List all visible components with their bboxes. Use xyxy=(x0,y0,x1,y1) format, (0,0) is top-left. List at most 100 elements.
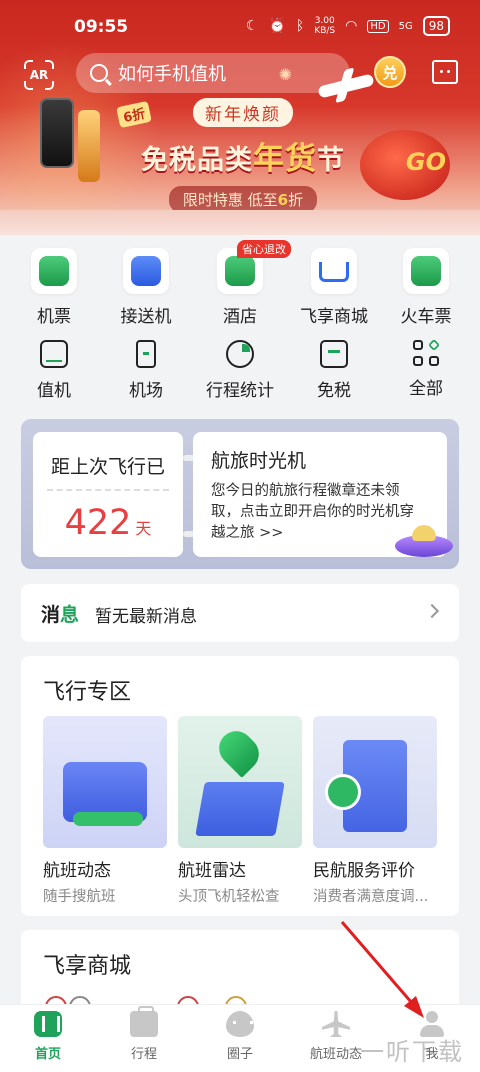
quick-access-grid: 机票 接送机 省心退改 酒店 飞享商城 火车票 值机 机场 行程统计 免税 全部 xyxy=(0,236,480,416)
grid-item-all[interactable]: 全部 xyxy=(386,338,466,399)
pie-chart-icon xyxy=(226,340,254,368)
alarm-icon: ⏰ xyxy=(268,18,286,34)
go-text: GO xyxy=(405,148,446,176)
news-label: 消息 xyxy=(41,600,79,627)
dashed-divider xyxy=(47,489,169,491)
grid-item-mall[interactable]: 飞享商城 xyxy=(294,248,374,327)
grid-item-checkin[interactable]: 值机 xyxy=(14,340,94,401)
nav-home[interactable]: 首页 xyxy=(8,1011,88,1062)
days-since-flight: 422 天 xyxy=(33,503,183,543)
card-title: 航班动态 xyxy=(43,861,111,881)
card-subtitle: 消费者满意度调... xyxy=(313,889,429,905)
service-review-card[interactable]: 民航服务评价 消费者满意度调... xyxy=(313,716,437,906)
banner-headline: 免税品类年货节 xyxy=(128,133,358,178)
grid-label: 酒店 xyxy=(223,307,257,327)
grid-icon xyxy=(413,338,441,366)
chevron-right-icon xyxy=(424,603,440,619)
time-machine-description: 您今日的航旅行程徽章还未领取，点击立即开启你的时光机穿越之旅 >> xyxy=(211,483,414,541)
card-title: 航班雷达 xyxy=(178,861,246,881)
battery-icon: 98 xyxy=(422,16,450,36)
grid-label: 全部 xyxy=(409,379,443,399)
perfume-illustration xyxy=(78,110,100,182)
subtitle-prefix: 限时特惠 低至 xyxy=(182,191,278,209)
signal-icon: 5G xyxy=(398,20,413,32)
time-machine-card[interactable]: 距上次飞行已 422 天 航旅时光机 您今日的航旅行程徽章还未领取，点击立即开启你… xyxy=(21,419,459,569)
grid-item-train[interactable]: 火车票 xyxy=(386,248,466,327)
flight-radar-card[interactable]: 航班雷达 头顶飞机轻松查 xyxy=(178,716,302,906)
card-subtitle: 随手搜航班 xyxy=(43,889,116,905)
grid-item-flight-ticket[interactable]: 机票 xyxy=(14,248,94,327)
airplane-ticket-icon xyxy=(31,248,77,294)
status-bar: 09:55 ☾ ⏰ ᛒ 3.00 KB/S ◠ HD 5G 98 xyxy=(0,0,480,48)
grid-label: 免税 xyxy=(317,381,351,401)
section-title: 飞享商城 xyxy=(43,954,132,979)
nav-label: 行程 xyxy=(130,1047,157,1062)
banner-stage xyxy=(0,210,480,235)
sparkle-icon: ✺ xyxy=(278,65,292,84)
hotel-promo-badge: 省心退改 xyxy=(237,240,291,258)
bluetooth-icon: ᛒ xyxy=(295,18,305,34)
nav-community[interactable]: 圈子 xyxy=(200,1011,280,1062)
service-review-illustration xyxy=(313,716,437,848)
hd-icon: HD xyxy=(367,19,389,33)
car-icon xyxy=(123,248,169,294)
banner-subtitle: 限时特惠 低至6折 xyxy=(168,186,318,213)
shopping-cart-icon xyxy=(311,248,357,294)
news-bar[interactable]: 消息 暂无最新消息 xyxy=(21,584,459,642)
grid-item-hotel[interactable]: 省心退改 酒店 xyxy=(200,240,291,327)
news-label-a: 消 xyxy=(41,604,61,626)
news-label-b: 息 xyxy=(60,604,80,626)
nav-label: 首页 xyxy=(34,1047,61,1062)
suitcase-icon xyxy=(130,1006,158,1037)
last-flight-panel: 距上次飞行已 422 天 xyxy=(33,432,183,557)
grid-label: 机场 xyxy=(129,381,163,401)
hotel-icon: 省心退改 xyxy=(217,240,291,294)
promo-banner[interactable]: 09:55 ☾ ⏰ ᛒ 3.00 KB/S ◠ HD 5G 98 AR 如何手机… xyxy=(0,0,480,235)
subtitle-highlight: 6 xyxy=(277,191,289,209)
grid-item-trip-stats[interactable]: 行程统计 xyxy=(200,340,280,401)
grid-item-airport[interactable]: 机场 xyxy=(106,340,186,401)
airport-tower-icon xyxy=(136,340,156,368)
grid-item-transfer[interactable]: 接送机 xyxy=(106,248,186,327)
net-speed: 3.00 KB/S xyxy=(314,16,335,36)
time-machine-title: 航旅时光机 xyxy=(211,450,307,472)
ar-label: AR xyxy=(29,68,49,82)
airplane-icon xyxy=(322,1011,350,1037)
nav-trips[interactable]: 行程 xyxy=(104,1006,184,1062)
watermark: 一听下载 xyxy=(360,1038,464,1066)
flight-status-card[interactable]: 航班动态 随手搜航班 xyxy=(43,716,167,906)
store-icon xyxy=(320,340,348,368)
days-unit: 天 xyxy=(135,519,152,538)
train-icon xyxy=(403,248,449,294)
nav-label: 圈子 xyxy=(226,1047,253,1062)
flight-status-illustration xyxy=(43,716,167,848)
grid-label: 值机 xyxy=(37,381,71,401)
banner-title: 新年焕颜 免税品类年货节 限时特惠 低至6折 xyxy=(128,98,358,213)
moon-icon: ☾ xyxy=(245,18,259,34)
status-time: 09:55 xyxy=(74,17,129,37)
grid-label: 接送机 xyxy=(120,307,172,327)
checkin-icon xyxy=(40,340,68,368)
redeem-button[interactable]: 兑 xyxy=(374,56,406,88)
message-icon[interactable] xyxy=(432,60,458,84)
phone-illustration xyxy=(40,98,74,168)
grid-label: 飞享商城 xyxy=(300,307,368,327)
wifi-icon: ◠ xyxy=(345,18,358,34)
headline-suffix: 节 xyxy=(317,145,345,176)
flight-radar-illustration xyxy=(178,716,302,848)
ar-scan-button[interactable]: AR xyxy=(24,60,54,90)
grid-item-duty-free[interactable]: 免税 xyxy=(294,340,374,401)
ufo-icon xyxy=(395,525,453,557)
search-placeholder: 如何手机值机 xyxy=(118,64,226,85)
net-speed-value: 3.00 xyxy=(314,16,335,26)
redeem-label: 兑 xyxy=(382,63,398,82)
top-bar: AR 如何手机值机 ✺ 兑 xyxy=(0,50,480,98)
status-icons: ☾ ⏰ ᛒ 3.00 KB/S ◠ HD 5G 98 xyxy=(246,16,450,36)
subtitle-suffix: 折 xyxy=(288,191,304,209)
lantern-illustration: GO xyxy=(360,130,450,200)
grid-label: 机票 xyxy=(37,307,71,327)
last-flight-label: 距上次飞行已 xyxy=(50,456,165,478)
home-icon xyxy=(34,1011,62,1037)
chat-bubble-icon xyxy=(226,1011,254,1037)
search-bar[interactable]: 如何手机值机 ✺ xyxy=(76,53,350,93)
